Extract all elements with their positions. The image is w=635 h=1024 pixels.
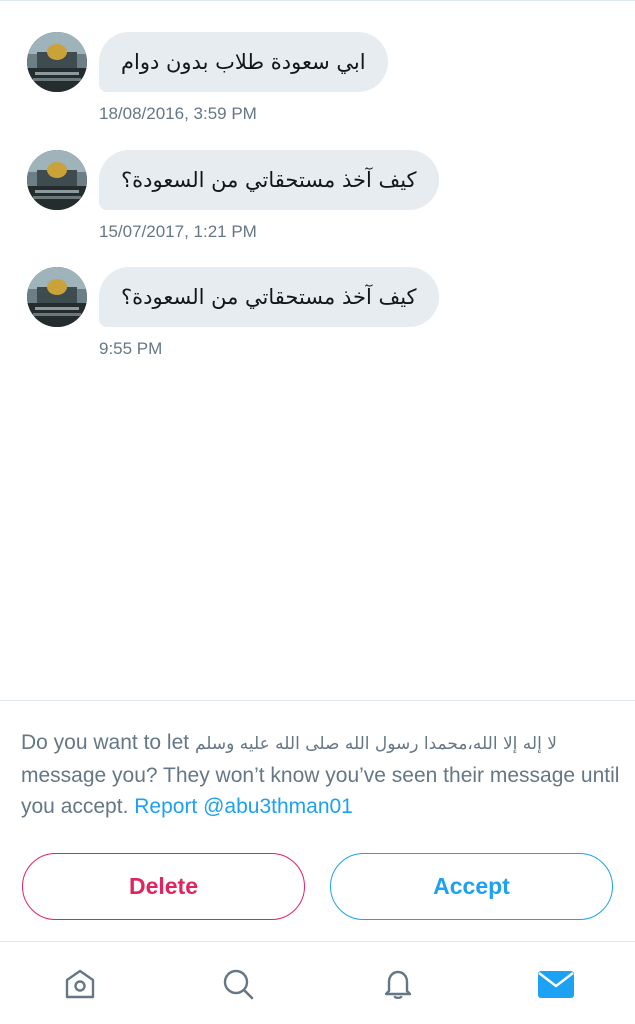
bell-icon [384, 970, 412, 999]
request-prefix: Do you want to let [21, 731, 195, 754]
bottom-tab-bar [0, 941, 635, 1024]
home-icon [65, 969, 95, 999]
avatar[interactable] [27, 32, 87, 92]
message-timestamp: 18/08/2016, 3:59 PM [99, 104, 257, 123]
message-timestamp: 9:55 PM [99, 339, 163, 358]
message-bubble[interactable]: كيف آخذ مستحقاتي من السعودة؟ [99, 267, 439, 327]
avatar[interactable] [27, 150, 87, 210]
envelope-icon [538, 971, 574, 998]
message-thread[interactable]: ابي سعودة طلاب بدون دوام 18/08/2016, 3:5… [0, 0, 635, 700]
search-icon [223, 969, 254, 1000]
messages-tab[interactable] [536, 964, 576, 1004]
search-tab[interactable] [218, 964, 258, 1004]
dm-request-screen: ابي سعودة طلاب بدون دوام 18/08/2016, 3:5… [0, 0, 635, 1024]
home-tab[interactable] [60, 964, 100, 1004]
request-prompt: Do you want to let لا إله إلا الله،محمدا… [21, 727, 621, 822]
message-bubble[interactable]: ابي سعودة طلاب بدون دوام [99, 32, 388, 92]
message-timestamp: 15/07/2017, 1:21 PM [99, 222, 257, 241]
accept-button[interactable]: Accept [330, 853, 613, 920]
message-request-panel: Do you want to let لا إله إلا الله،محمدا… [0, 700, 635, 941]
avatar[interactable] [27, 267, 87, 327]
message-bubble[interactable]: كيف آخذ مستحقاتي من السعودة؟ [99, 150, 439, 210]
sender-name: لا إله إلا الله،محمدا رسول الله صلى الله… [194, 734, 557, 754]
report-link[interactable]: Report @abu3thman01 [134, 795, 353, 818]
notifications-tab[interactable] [378, 964, 418, 1004]
delete-button[interactable]: Delete [22, 853, 305, 920]
